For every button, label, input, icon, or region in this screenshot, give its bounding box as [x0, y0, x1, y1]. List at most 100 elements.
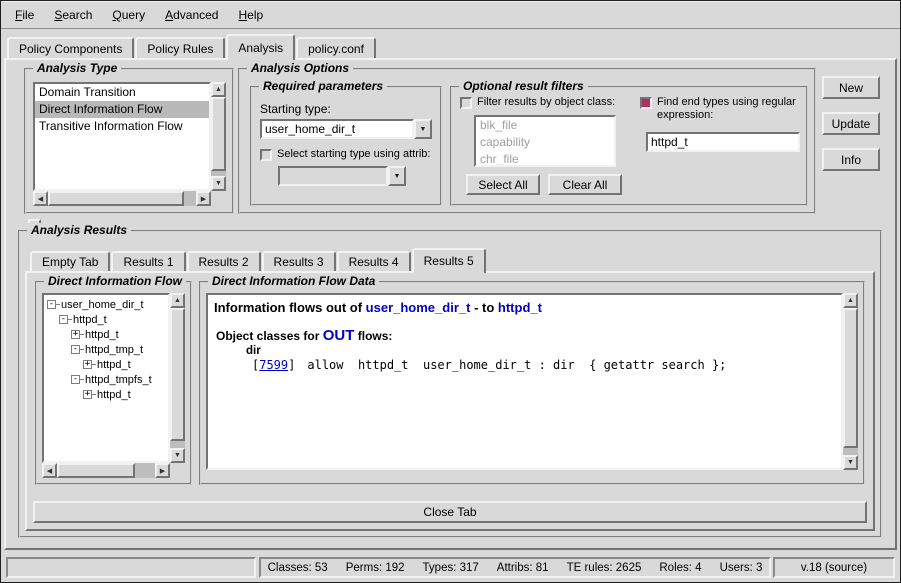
- scroll-up-arrow-icon[interactable]: ▲: [170, 293, 185, 308]
- flow-direction: OUT: [323, 327, 355, 344]
- tree-node[interactable]: - user_home_dir_t: [47, 297, 167, 312]
- tab-policy-rules[interactable]: Policy Rules: [135, 37, 225, 58]
- tab-analysis[interactable]: Analysis: [226, 34, 295, 60]
- stat-users: Users: 3: [720, 562, 763, 574]
- analysis-page: Analysis Type Domain Transition Direct I…: [4, 58, 897, 550]
- tree-node-label[interactable]: httpd_tmpfs_t: [85, 374, 152, 386]
- tree-connector: [56, 304, 60, 305]
- scrollbar-trough[interactable]: [170, 308, 185, 448]
- menu-file[interactable]: File: [5, 6, 44, 24]
- scroll-right-arrow-icon[interactable]: ▶: [196, 191, 211, 206]
- rule-number-link[interactable]: 7599: [259, 358, 288, 372]
- scroll-down-arrow-icon[interactable]: ▼: [170, 448, 185, 463]
- tree-node[interactable]: + httpd_t: [71, 327, 167, 342]
- scrollbar-trough[interactable]: [48, 191, 196, 206]
- regex-checkbox-row: Find end types using regular expression:: [640, 96, 802, 122]
- optional-result-filters-title: Optional result filters: [459, 79, 588, 93]
- tree-expand-icon[interactable]: +: [71, 330, 80, 339]
- scrollbar-trough[interactable]: [211, 97, 226, 176]
- tree-expand-icon[interactable]: +: [83, 390, 92, 399]
- tree-collapse-icon[interactable]: -: [71, 375, 80, 384]
- scroll-down-arrow-icon[interactable]: ▼: [843, 455, 858, 470]
- tree-connector: [80, 334, 84, 335]
- analysis-options-frame: Analysis Options Required parameters Sta…: [238, 68, 816, 214]
- tree-connector: [80, 379, 84, 380]
- tree-node[interactable]: - httpd_t: [59, 312, 167, 327]
- flow-tree-title: Direct Information Flow T: [44, 274, 186, 288]
- tab-empty-tab[interactable]: Empty Tab: [30, 251, 110, 271]
- flow-header: Information flows out of user_home_dir_t…: [214, 300, 835, 315]
- list-item-direct-information-flow[interactable]: Direct Information Flow: [35, 101, 209, 118]
- clear-all-button[interactable]: Clear All: [548, 174, 622, 195]
- scrollbar-thumb[interactable]: [843, 308, 858, 448]
- menu-search[interactable]: Search: [44, 6, 102, 24]
- scrollbar-trough[interactable]: [843, 308, 858, 455]
- regex-checkbox[interactable]: [640, 97, 652, 109]
- menu-bar: File Search Query Advanced Help: [1, 1, 900, 29]
- tree-collapse-icon[interactable]: -: [59, 315, 68, 324]
- flow-target-type: httpd_t: [498, 300, 542, 315]
- tree-node-label[interactable]: httpd_t: [73, 314, 107, 326]
- tree-node-label[interactable]: httpd_t: [97, 389, 131, 401]
- object-class-item-chr-file: chr_file: [476, 151, 614, 167]
- tab-results-3[interactable]: Results 3: [262, 251, 336, 271]
- info-button[interactable]: Info: [822, 148, 880, 171]
- tree-node[interactable]: - httpd_tmp_t: [71, 342, 167, 357]
- scroll-left-arrow-icon[interactable]: ◀: [42, 463, 57, 478]
- tree-node-label[interactable]: httpd_t: [85, 329, 119, 341]
- scroll-up-arrow-icon[interactable]: ▲: [211, 82, 226, 97]
- object-class-filter-checkbox[interactable]: [460, 97, 472, 109]
- tree-node[interactable]: - httpd_tmpfs_t: [71, 372, 167, 387]
- regex-input[interactable]: [646, 132, 800, 152]
- status-segment-left: [6, 557, 256, 578]
- menu-advanced[interactable]: Advanced: [155, 6, 228, 24]
- tree-vertical-scrollbar[interactable]: ▲ ▼: [170, 293, 185, 463]
- tab-policy-components[interactable]: Policy Components: [7, 37, 134, 58]
- tab-results-1[interactable]: Results 1: [111, 251, 185, 271]
- analysis-type-vertical-scrollbar[interactable]: ▲ ▼: [211, 82, 226, 191]
- scrollbar-trough[interactable]: [57, 463, 155, 478]
- apol-window: File Search Query Advanced Help Policy C…: [0, 0, 901, 583]
- tree-node-label[interactable]: user_home_dir_t: [61, 299, 144, 311]
- tree-expand-icon[interactable]: +: [83, 360, 92, 369]
- new-button[interactable]: New: [822, 76, 880, 99]
- analysis-type-listbox[interactable]: Domain Transition Direct Information Flo…: [33, 82, 211, 191]
- menu-help[interactable]: Help: [228, 6, 273, 24]
- analysis-type-horizontal-scrollbar[interactable]: ◀ ▶: [33, 191, 211, 206]
- scroll-up-arrow-icon[interactable]: ▲: [843, 293, 858, 308]
- close-tab-button[interactable]: Close Tab: [33, 501, 867, 523]
- tab-policy-conf[interactable]: policy.conf: [296, 37, 376, 58]
- scrollbar-thumb[interactable]: [57, 463, 135, 478]
- tree-node[interactable]: + httpd_t: [83, 357, 167, 372]
- scroll-right-arrow-icon[interactable]: ▶: [155, 463, 170, 478]
- starting-type-combobox[interactable]: ▼: [260, 119, 432, 139]
- scroll-down-arrow-icon[interactable]: ▼: [211, 176, 226, 191]
- list-item-domain-transition[interactable]: Domain Transition: [35, 84, 209, 101]
- flow-header-mid: - to: [474, 300, 494, 315]
- tab-results-5[interactable]: Results 5: [412, 248, 486, 273]
- scroll-left-arrow-icon[interactable]: ◀: [33, 191, 48, 206]
- starting-type-input[interactable]: [260, 119, 414, 139]
- tree-node-label[interactable]: httpd_tmp_t: [85, 344, 143, 356]
- tree-collapse-icon[interactable]: -: [47, 300, 56, 309]
- combobox-dropdown-button[interactable]: ▼: [414, 119, 432, 139]
- scrollbar-thumb[interactable]: [211, 97, 226, 171]
- menu-query[interactable]: Query: [102, 6, 155, 24]
- flow-data-text: Information flows out of user_home_dir_t…: [206, 293, 843, 470]
- tab-results-2[interactable]: Results 2: [187, 251, 261, 271]
- stat-classes: Classes: 53: [268, 562, 328, 574]
- scrollbar-thumb[interactable]: [48, 191, 184, 206]
- tree-node[interactable]: + httpd_t: [83, 387, 167, 402]
- select-all-button[interactable]: Select All: [466, 174, 540, 195]
- analysis-results-title: Analysis Results: [27, 223, 131, 237]
- update-button[interactable]: Update: [822, 112, 880, 135]
- tree-collapse-icon[interactable]: -: [71, 345, 80, 354]
- data-vertical-scrollbar[interactable]: ▲ ▼: [843, 293, 858, 470]
- tab-results-4[interactable]: Results 4: [337, 251, 411, 271]
- tree-node-label[interactable]: httpd_t: [97, 359, 131, 371]
- attrib-checkbox[interactable]: [260, 149, 272, 161]
- flow-tree[interactable]: - user_home_dir_t - httpd_t + httpd_t: [42, 293, 170, 463]
- list-item-transitive-information-flow[interactable]: Transitive Information Flow: [35, 118, 209, 135]
- tree-horizontal-scrollbar[interactable]: ◀ ▶: [42, 463, 170, 478]
- scrollbar-thumb[interactable]: [170, 308, 185, 441]
